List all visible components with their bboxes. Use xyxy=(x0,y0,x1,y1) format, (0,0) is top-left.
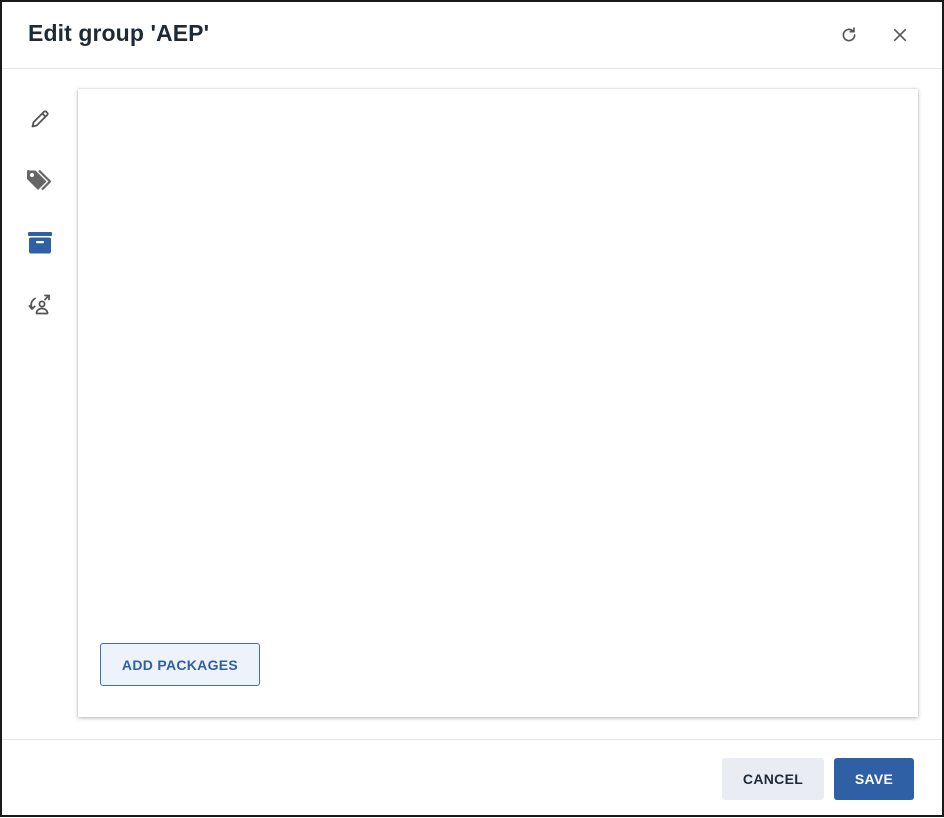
sidebar-item-sync[interactable] xyxy=(24,289,56,321)
close-icon xyxy=(893,28,907,42)
archive-box-icon xyxy=(28,232,52,254)
refresh-button[interactable] xyxy=(836,22,862,48)
sidebar-item-packages[interactable] xyxy=(24,227,56,259)
edit-group-dialog: Edit group 'AEP' ADD PACKAGES CANCEL SAV… xyxy=(0,0,944,817)
save-button[interactable]: SAVE xyxy=(834,758,914,800)
sidebar-item-edit[interactable] xyxy=(24,103,56,135)
cancel-button[interactable]: CANCEL xyxy=(722,758,824,800)
pencil-icon xyxy=(31,110,49,128)
add-packages-button[interactable]: ADD PACKAGES xyxy=(100,643,260,686)
tags-icon xyxy=(27,169,52,191)
sidebar-item-tags[interactable] xyxy=(24,165,56,197)
close-button[interactable] xyxy=(887,22,913,48)
dialog-title: Edit group 'AEP' xyxy=(28,20,210,46)
refresh-icon xyxy=(842,27,856,42)
dialog-header: Edit group 'AEP' xyxy=(2,2,942,69)
sync-user-icon xyxy=(28,294,50,315)
dialog-footer: CANCEL SAVE xyxy=(2,739,942,818)
packages-panel: ADD PACKAGES xyxy=(78,89,918,717)
